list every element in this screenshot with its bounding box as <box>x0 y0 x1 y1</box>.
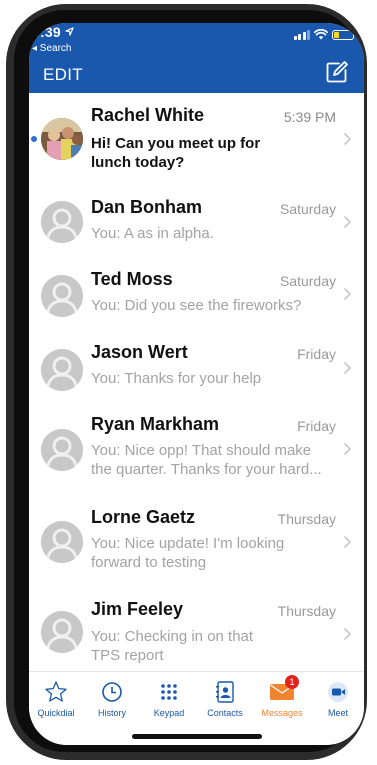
wifi-icon <box>314 29 328 40</box>
avatar <box>41 521 83 563</box>
message-time: Thursday <box>277 603 336 619</box>
tab-messages[interactable]: 1 Messages <box>254 675 310 718</box>
tab-label: Contacts <box>207 708 243 718</box>
message-preview: You: A as in alpha. <box>91 225 214 242</box>
tab-quickdial[interactable]: Quickdial <box>29 680 84 718</box>
tab-label: Messages <box>261 708 303 718</box>
chevron-right-icon <box>343 287 352 301</box>
contact-name: Jim Feeley <box>91 599 184 619</box>
avatar <box>41 275 83 317</box>
location-arrow-icon <box>65 27 74 36</box>
person-placeholder-icon <box>41 349 83 391</box>
conversation-row[interactable]: Lorne Gaetz Thursday You: Nice update! I… <box>29 497 364 589</box>
keypad-icon <box>161 684 177 700</box>
tab-contacts[interactable]: Contacts <box>197 680 253 718</box>
message-time: Saturday <box>279 201 336 217</box>
home-indicator <box>132 734 262 739</box>
avatar <box>41 201 83 243</box>
contact-photo <box>41 118 83 160</box>
chevron-right-icon <box>343 535 352 549</box>
contact-name: Lorne Gaetz <box>91 507 196 527</box>
tab-label: Keypad <box>153 708 185 718</box>
conversation-row[interactable]: Ted Moss Saturday You: Did you see the f… <box>29 257 364 331</box>
clock-icon <box>102 682 122 702</box>
contact-name: Dan Bonham <box>91 197 203 217</box>
app-header: 5:39 ◂ Search EDIT <box>29 23 364 93</box>
message-preview: You: Thanks for your help <box>91 370 262 387</box>
battery-charging-icon <box>332 30 354 40</box>
avatar <box>41 118 83 160</box>
status-time: 5:39 <box>32 24 74 40</box>
contact-name: Jason Wert <box>91 342 188 362</box>
person-placeholder-icon <box>41 611 83 653</box>
message-preview: You: Nice update! I'm looking forward to… <box>91 535 285 571</box>
message-time: 5:39 PM <box>283 109 336 125</box>
message-time: Friday <box>297 418 336 434</box>
chevron-right-icon <box>343 215 352 229</box>
compose-icon[interactable] <box>326 61 348 83</box>
video-icon <box>328 682 348 702</box>
chevron-right-icon <box>343 361 352 375</box>
message-time: Friday <box>297 346 336 362</box>
message-preview: You: Checking in on that TPS report <box>91 628 254 664</box>
chevron-right-icon <box>343 442 352 456</box>
edit-button[interactable]: EDIT <box>43 65 83 85</box>
avatar <box>41 429 83 471</box>
person-placeholder-icon <box>41 521 83 563</box>
contact-name: Ryan Markham <box>91 414 220 434</box>
message-preview: Hi! Can you meet up for lunch today? <box>91 135 261 171</box>
message-preview: You: Nice opp! That should make the quar… <box>91 442 322 478</box>
chevron-right-icon <box>343 132 352 146</box>
person-placeholder-icon <box>41 275 83 317</box>
contacts-icon <box>216 681 234 703</box>
phone-screen: 5:39 ◂ Search EDIT Rachel White 5:39 PM … <box>29 23 364 745</box>
avatar <box>41 349 83 391</box>
back-to-search-link[interactable]: ◂ Search <box>32 43 71 54</box>
tab-history[interactable]: History <box>84 680 140 718</box>
tab-keypad[interactable]: Keypad <box>141 680 197 718</box>
conversation-row[interactable]: Dan Bonham Saturday You: A as in alpha. <box>29 183 364 257</box>
conversation-row[interactable]: Ryan Markham Friday You: Nice opp! That … <box>29 405 364 497</box>
unread-badge: 1 <box>285 675 299 689</box>
tab-label: Quickdial <box>37 708 75 718</box>
conversation-row[interactable]: Rachel White 5:39 PM Hi! Can you meet up… <box>29 93 364 183</box>
tab-label: Meet <box>327 708 348 718</box>
person-placeholder-icon <box>41 429 83 471</box>
person-placeholder-icon <box>41 201 83 243</box>
message-preview: You: Did you see the fireworks? <box>91 297 302 314</box>
chevron-right-icon <box>343 627 352 641</box>
avatar <box>41 611 83 653</box>
tab-meet[interactable]: Meet <box>310 680 364 718</box>
unread-indicator <box>31 136 37 142</box>
contact-name: Rachel White <box>91 105 205 125</box>
tab-label: History <box>97 708 126 718</box>
status-icons <box>293 29 354 40</box>
cellular-signal-icon <box>293 30 310 40</box>
conversation-row[interactable]: Jason Wert Friday You: Thanks for your h… <box>29 331 364 405</box>
message-time: Saturday <box>279 273 336 289</box>
message-time: Thursday <box>277 511 336 527</box>
contact-name: Ted Moss <box>91 269 173 289</box>
star-icon <box>45 681 67 702</box>
conversation-row[interactable]: Jim Feeley Thursday You: Checking in on … <box>29 589 364 679</box>
